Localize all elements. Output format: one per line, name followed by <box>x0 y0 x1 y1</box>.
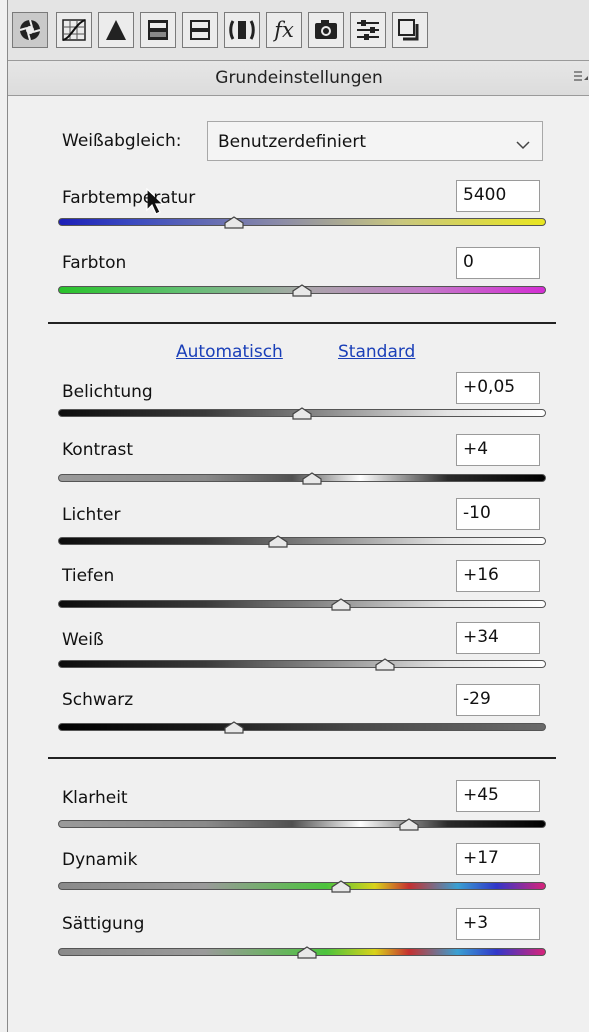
slider-label: Tiefen <box>62 566 115 586</box>
camera-calibration-tab-icon[interactable] <box>308 12 344 48</box>
white-balance-value: Benutzerdefiniert <box>218 132 366 152</box>
slider-value-input[interactable]: +45 <box>456 780 540 812</box>
hsl-tab-icon[interactable] <box>140 12 176 48</box>
default-link[interactable]: Standard <box>338 342 415 362</box>
lens-corrections-tab-icon[interactable] <box>224 12 260 48</box>
basic-tab-icon[interactable] <box>12 12 48 48</box>
slider-label: Sättigung <box>62 914 145 934</box>
slider-track[interactable] <box>58 660 546 668</box>
detail-tab-icon[interactable] <box>98 12 134 48</box>
section-divider <box>48 757 556 759</box>
chevron-down-icon <box>516 135 530 154</box>
slider-label: Belichtung <box>62 382 153 402</box>
snapshots-tab-icon[interactable] <box>392 12 428 48</box>
slider-value-input[interactable]: +16 <box>456 560 540 592</box>
slider-track[interactable] <box>58 882 546 890</box>
slider-value-input[interactable]: 5400 <box>456 180 540 212</box>
slider-value-input[interactable]: -10 <box>456 498 540 530</box>
slider-thumb[interactable] <box>330 878 352 893</box>
slider-label: Schwarz <box>62 690 134 710</box>
auto-link[interactable]: Automatisch <box>176 342 283 362</box>
slider-value-input[interactable]: 0 <box>456 247 540 279</box>
slider-value-input[interactable]: +34 <box>456 622 540 654</box>
slider-label: Farbtemperatur <box>62 188 196 208</box>
slider-value-input[interactable]: +3 <box>456 908 540 940</box>
slider-track[interactable] <box>58 218 546 226</box>
split-toning-tab-icon[interactable] <box>182 12 218 48</box>
slider-label: Kontrast <box>62 440 134 460</box>
white-balance-label: Weißabgleich: <box>62 131 182 151</box>
tone-curve-tab-icon[interactable] <box>56 12 92 48</box>
slider-thumb[interactable] <box>291 282 313 297</box>
slider-label: Klarheit <box>62 788 128 808</box>
panel-tab-toolbar: fx <box>8 0 589 60</box>
slider-track[interactable] <box>58 600 546 608</box>
slider-thumb[interactable] <box>223 214 245 229</box>
basic-adjustments-panel: fx Grundeinstellungen Weißabgleich: Benu… <box>7 0 589 1032</box>
slider-thumb[interactable] <box>398 816 420 831</box>
slider-value-input[interactable]: +17 <box>456 843 540 875</box>
slider-track[interactable] <box>58 537 546 545</box>
slider-label: Lichter <box>62 505 121 525</box>
slider-thumb[interactable] <box>291 405 313 420</box>
panel-header: Grundeinstellungen <box>8 60 589 96</box>
white-balance-dropdown[interactable]: Benutzerdefiniert <box>207 121 543 161</box>
slider-thumb[interactable] <box>223 719 245 734</box>
slider-track[interactable] <box>58 723 546 731</box>
slider-thumb[interactable] <box>330 596 352 611</box>
slider-label: Weiß <box>62 630 104 650</box>
presets-tab-icon[interactable] <box>350 12 386 48</box>
fx-glyph: fx <box>274 18 294 42</box>
panel-title: Grundeinstellungen <box>215 68 383 88</box>
effects-tab-icon[interactable]: fx <box>266 12 302 48</box>
section-divider <box>48 322 556 324</box>
slider-track[interactable] <box>58 820 546 828</box>
slider-value-input[interactable]: +4 <box>456 434 540 466</box>
slider-value-input[interactable]: -29 <box>456 684 540 716</box>
slider-label: Dynamik <box>62 850 138 870</box>
slider-label: Farbton <box>62 253 127 273</box>
slider-thumb[interactable] <box>374 656 396 671</box>
panel-menu-icon[interactable] <box>574 70 588 85</box>
slider-thumb[interactable] <box>296 944 318 959</box>
slider-value-input[interactable]: +0,05 <box>456 372 540 404</box>
slider-thumb[interactable] <box>301 470 323 485</box>
slider-thumb[interactable] <box>267 533 289 548</box>
